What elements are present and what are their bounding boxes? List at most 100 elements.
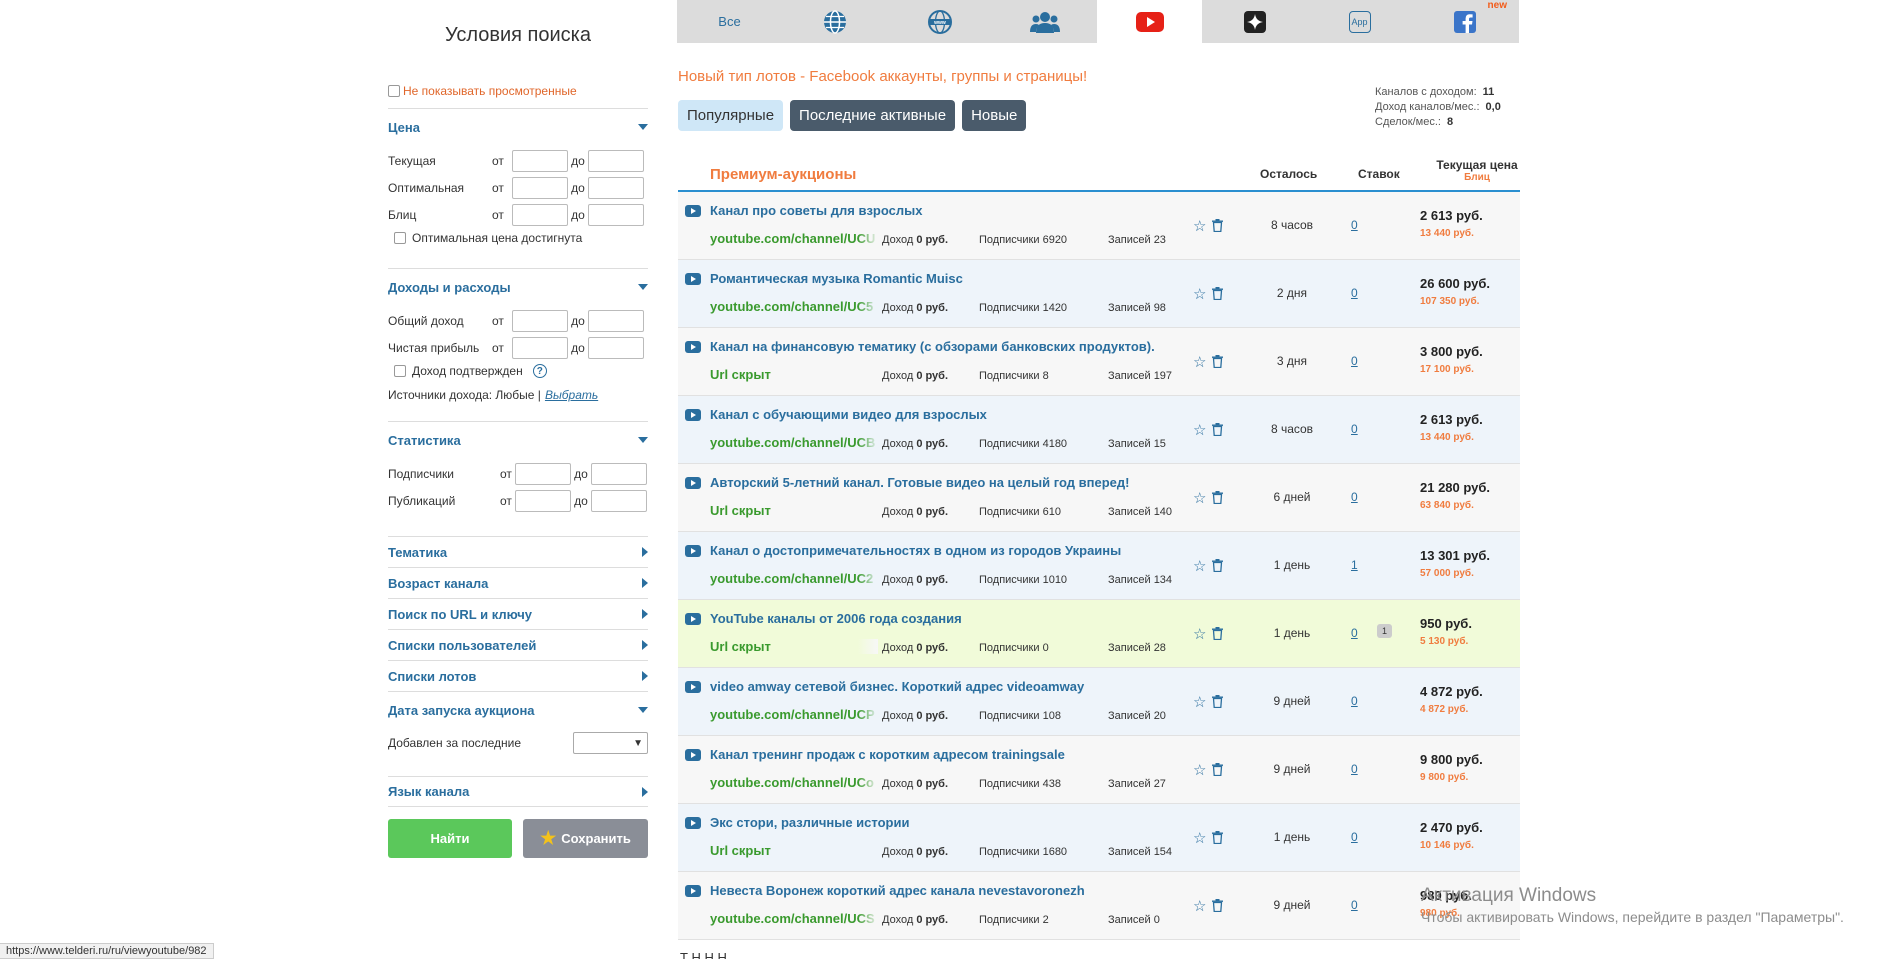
star-icon[interactable]: ☆ xyxy=(1193,217,1206,235)
star-icon[interactable]: ☆ xyxy=(1193,421,1206,439)
star-icon[interactable]: ☆ xyxy=(1193,489,1206,507)
filter-last-active[interactable]: Последние активные xyxy=(790,100,956,131)
auction-row[interactable]: YouTube каналы от 2006 года создания Url … xyxy=(678,600,1520,668)
trash-icon[interactable] xyxy=(1212,219,1224,232)
filter-popular[interactable]: Популярные xyxy=(678,100,784,131)
bids-count-link[interactable]: 0 xyxy=(1351,694,1358,708)
lot-title-link[interactable]: Романтическая музыка Romantic Muisc xyxy=(710,271,963,286)
trash-icon[interactable] xyxy=(1212,831,1224,844)
price-blitz-from-input[interactable] xyxy=(512,203,568,226)
trash-icon[interactable] xyxy=(1212,355,1224,368)
lot-title-link[interactable]: video amway сетевой бизнес. Короткий адр… xyxy=(710,679,1084,694)
auction-row[interactable]: Канал про советы для взрослых youtube.com… xyxy=(678,192,1520,260)
bids-count-link[interactable]: 0 xyxy=(1351,490,1358,504)
price-current-from-input[interactable] xyxy=(512,149,568,172)
lot-title-link[interactable]: Канал с обучающими видео для взрослых xyxy=(710,407,987,422)
income-confirmed-checkbox[interactable]: Доход подтвержден ? xyxy=(388,361,648,381)
income-net-from-input[interactable] xyxy=(512,336,568,359)
filter-new[interactable]: Новые xyxy=(962,100,1027,131)
find-button[interactable]: Найти xyxy=(388,819,512,858)
column-time-left[interactable]: Осталось xyxy=(1260,167,1317,181)
income-total-from-input[interactable] xyxy=(512,309,568,332)
column-bids[interactable]: Ставок xyxy=(1358,167,1400,181)
checkbox-box[interactable] xyxy=(388,85,400,97)
subscribers-from-input[interactable] xyxy=(515,462,571,485)
trash-icon[interactable] xyxy=(1212,899,1224,912)
bids-count-link[interactable]: 0 xyxy=(1351,286,1358,300)
lot-title-link[interactable]: Экс стори, различные истории xyxy=(710,815,909,830)
income-section-header[interactable]: Доходы и расходы xyxy=(388,279,648,295)
bids-count-link[interactable]: 0 xyxy=(1351,422,1358,436)
star-icon[interactable]: ☆ xyxy=(1193,285,1206,303)
star-icon[interactable]: ☆ xyxy=(1193,761,1206,779)
filter-channel-age[interactable]: Возраст канала xyxy=(388,567,648,598)
income-total-to-input[interactable] xyxy=(588,309,644,332)
bids-count-link[interactable]: 0 xyxy=(1351,762,1358,776)
auction-row[interactable]: Канал на финансовую тематику (с обзорами… xyxy=(678,328,1520,396)
launch-date-header[interactable]: Дата запуска аукциона xyxy=(388,702,648,718)
tab-facebook[interactable]: new xyxy=(1412,0,1517,43)
help-icon[interactable]: ? xyxy=(532,364,547,378)
price-current-to-input[interactable] xyxy=(588,149,644,172)
trash-icon[interactable] xyxy=(1212,627,1224,640)
added-within-select[interactable]: ▼ xyxy=(573,732,648,754)
lot-title-link[interactable]: Канал про советы для взрослых xyxy=(710,203,922,218)
price-optimal-from-input[interactable] xyxy=(512,176,568,199)
auction-row[interactable]: video amway сетевой бизнес. Короткий адр… xyxy=(678,668,1520,736)
price-blitz-to-input[interactable] xyxy=(588,203,644,226)
stats-section-header[interactable]: Статистика xyxy=(388,432,648,448)
auction-row[interactable]: Канал с обучающими видео для взрослых you… xyxy=(678,396,1520,464)
star-icon[interactable]: ☆ xyxy=(1193,693,1206,711)
trash-icon[interactable] xyxy=(1212,423,1224,436)
star-icon[interactable]: ☆ xyxy=(1193,353,1206,371)
tab-all[interactable]: Все xyxy=(677,0,782,43)
price-section-header[interactable]: Цена xyxy=(388,119,648,135)
bids-count-link[interactable]: 0 xyxy=(1351,626,1358,640)
star-icon[interactable]: ☆ xyxy=(1193,829,1206,847)
column-price[interactable]: Текущая цена Блиц xyxy=(1432,158,1522,183)
filter-topic[interactable]: Тематика xyxy=(388,536,648,567)
save-button[interactable]: ★ Сохранить xyxy=(523,819,648,858)
lot-title-link[interactable]: Авторский 5-летний канал. Готовые видео … xyxy=(710,475,1129,490)
price-optimal-to-input[interactable] xyxy=(588,176,644,199)
auction-row[interactable]: Канал о достопримечательностях в одном и… xyxy=(678,532,1520,600)
tab-apps[interactable]: App xyxy=(1307,0,1412,43)
bids-count-link[interactable]: 1 xyxy=(1351,558,1358,572)
tab-other[interactable] xyxy=(1202,0,1307,43)
star-icon[interactable]: ☆ xyxy=(1193,557,1206,575)
filter-user-lists[interactable]: Списки пользователей xyxy=(388,629,648,660)
publications-to-input[interactable] xyxy=(591,489,647,512)
income-net-to-input[interactable] xyxy=(588,336,644,359)
tab-youtube[interactable] xyxy=(1097,0,1202,43)
trash-icon[interactable] xyxy=(1212,287,1224,300)
tab-sites[interactable] xyxy=(782,0,887,43)
filter-lot-lists[interactable]: Списки лотов xyxy=(388,660,648,691)
trash-icon[interactable] xyxy=(1212,763,1224,776)
auction-row[interactable]: Романтическая музыка Romantic Muisc youtu… xyxy=(678,260,1520,328)
filter-language[interactable]: Язык канала xyxy=(388,776,648,807)
income-sources-choose-link[interactable]: Выбрать xyxy=(545,388,598,402)
auction-row[interactable]: Канал тренинг продаж с коротким адресом … xyxy=(678,736,1520,804)
star-icon[interactable]: ☆ xyxy=(1193,625,1206,643)
auction-row[interactable]: Экс стори, различные истории Url скрыт Дох… xyxy=(678,804,1520,872)
bids-count-link[interactable]: 0 xyxy=(1351,830,1358,844)
subscribers-to-input[interactable] xyxy=(591,462,647,485)
trash-icon[interactable] xyxy=(1212,491,1224,504)
publications-from-input[interactable] xyxy=(515,489,571,512)
checkbox-box[interactable] xyxy=(394,232,406,244)
filter-url-search[interactable]: Поиск по URL и ключу xyxy=(388,598,648,629)
promo-link[interactable]: Новый тип лотов - Facebook аккаунты, гру… xyxy=(678,68,1087,85)
star-icon[interactable]: ☆ xyxy=(1193,897,1206,915)
trash-icon[interactable] xyxy=(1212,695,1224,708)
tab-domains[interactable]: www xyxy=(887,0,992,43)
bids-count-link[interactable]: 0 xyxy=(1351,354,1358,368)
comment-count-badge[interactable]: 1 xyxy=(1377,624,1393,638)
auction-row[interactable]: Авторский 5-летний канал. Готовые видео … xyxy=(678,464,1520,532)
tab-groups[interactable] xyxy=(992,0,1097,43)
lot-title-link[interactable]: Канал тренинг продаж с коротким адресом … xyxy=(710,747,1065,762)
lot-title-link[interactable]: YouTube каналы от 2006 года создания xyxy=(710,611,962,626)
optimal-reached-checkbox[interactable]: Оптимальная цена достигнута xyxy=(388,228,648,248)
trash-icon[interactable] xyxy=(1212,559,1224,572)
bids-count-link[interactable]: 0 xyxy=(1351,898,1358,912)
auction-row[interactable]: Невеста Воронеж короткий адрес канала ne… xyxy=(678,872,1520,940)
